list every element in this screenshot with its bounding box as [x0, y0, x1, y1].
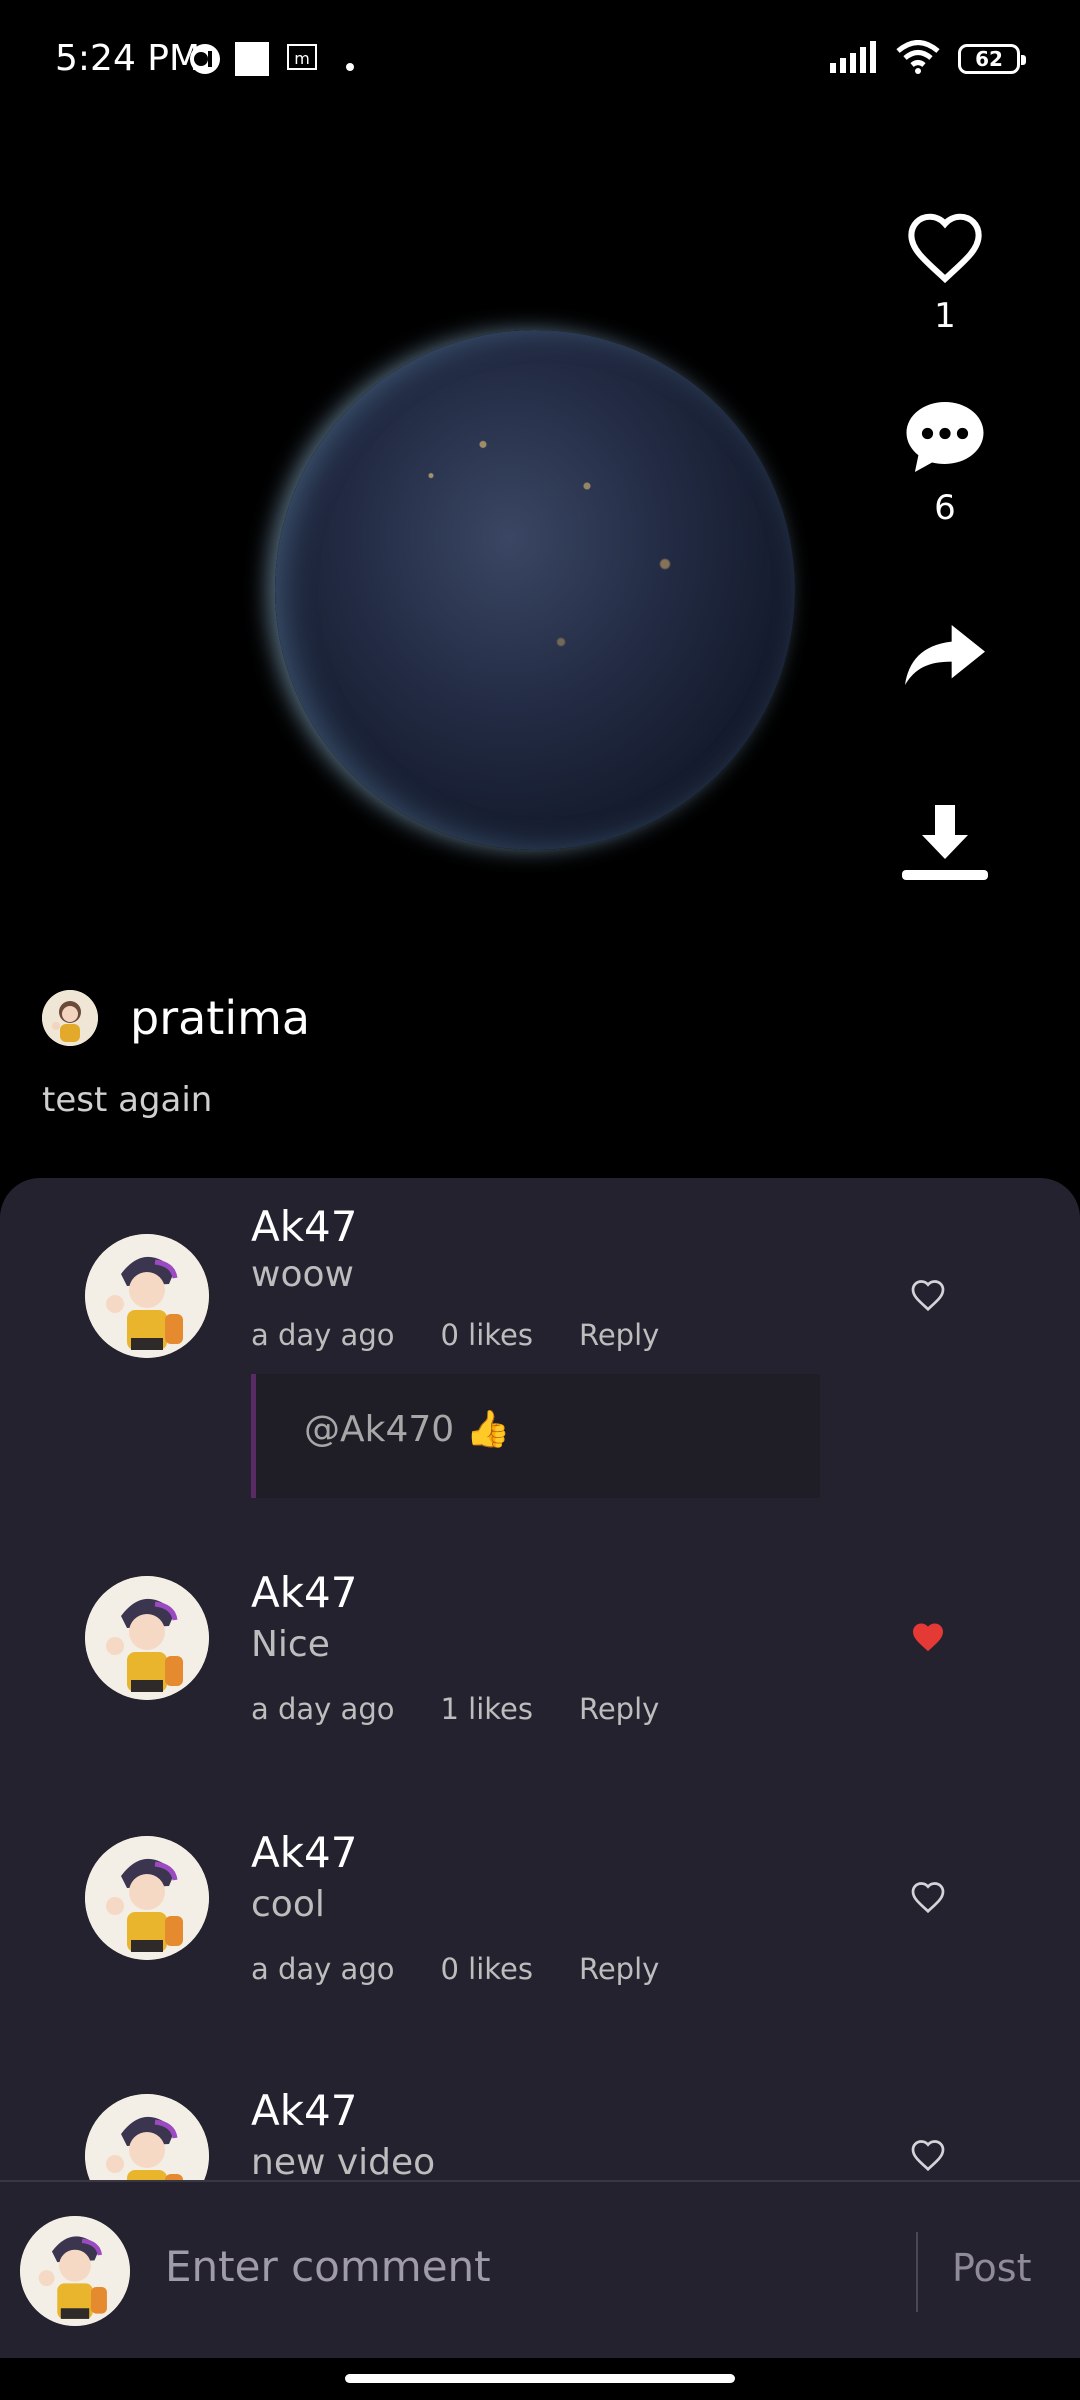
- comment-likes: 0 likes: [440, 1952, 533, 1986]
- wifi-icon: [896, 40, 940, 78]
- commenter-avatar[interactable]: [85, 1576, 209, 1700]
- comment-likes: 1 likes: [440, 1692, 533, 1726]
- commenter-name[interactable]: Ak47: [251, 1202, 358, 1251]
- post-author-row[interactable]: pratima: [42, 990, 310, 1046]
- comment-like-heart-icon[interactable]: [910, 1278, 946, 1316]
- comment-text: cool: [251, 1884, 325, 1925]
- video-frame-earth: [275, 330, 795, 850]
- reply-preview[interactable]: @Ak470 👍: [251, 1374, 820, 1498]
- comment-likes: 0 likes: [440, 1318, 533, 1352]
- share-arrow-icon[interactable]: [905, 625, 985, 689]
- svg-text:m: m: [294, 49, 310, 68]
- square-notification-icon: [235, 42, 269, 80]
- battery-indicator: 62: [958, 44, 1026, 74]
- download-icon[interactable]: [900, 805, 990, 889]
- download-action[interactable]: [890, 805, 1000, 889]
- comment-meta: a day ago 0 likes Reply: [251, 1952, 659, 1986]
- status-time: 5:24 PM: [55, 38, 201, 79]
- likes-count: 1: [934, 296, 956, 336]
- comment-action[interactable]: 6: [890, 398, 1000, 528]
- comment-input[interactable]: Enter comment: [165, 2242, 491, 2291]
- comment-time: a day ago: [251, 1952, 395, 1986]
- commenter-name[interactable]: Ak47: [251, 1828, 358, 1877]
- signal-icon: [830, 41, 878, 77]
- current-user-avatar: [20, 2216, 130, 2326]
- like-action[interactable]: 1: [890, 210, 1000, 336]
- comment-meta: a day ago 0 likes Reply: [251, 1318, 659, 1352]
- reply-button[interactable]: Reply: [579, 1318, 659, 1352]
- m-notification-icon: m: [287, 42, 317, 76]
- comment-like-heart-icon[interactable]: [910, 2138, 946, 2176]
- home-indicator[interactable]: [345, 2374, 735, 2383]
- reply-preview-text: @Ak470 👍: [304, 1409, 511, 1450]
- comment-time: a day ago: [251, 1692, 395, 1726]
- commenter-avatar[interactable]: [85, 1234, 209, 1358]
- post-caption: test again: [42, 1080, 213, 1120]
- comment-meta: a day ago 1 likes Reply: [251, 1692, 659, 1726]
- heart-outline-icon[interactable]: [903, 213, 987, 288]
- comment-like-heart-icon[interactable]: [910, 1880, 946, 1918]
- author-avatar[interactable]: [42, 990, 98, 1046]
- author-name[interactable]: pratima: [130, 991, 310, 1045]
- commenter-name[interactable]: Ak47: [251, 2086, 358, 2135]
- status-bar: 5:24 PM m 62: [0, 0, 1080, 120]
- commenter-avatar[interactable]: [85, 1836, 209, 1960]
- dot-icon: [346, 56, 354, 75]
- post-button[interactable]: Post: [952, 2246, 1032, 2290]
- share-action[interactable]: [890, 625, 1000, 689]
- comments-count: 6: [934, 488, 956, 528]
- app-notification-icon: [188, 42, 222, 80]
- comment-text: Nice: [251, 1624, 330, 1665]
- reply-button[interactable]: Reply: [579, 1952, 659, 1986]
- chat-bubble-icon[interactable]: [903, 402, 987, 480]
- comment-text: woow: [251, 1254, 354, 1295]
- comment-time: a day ago: [251, 1318, 395, 1352]
- input-divider: [916, 2232, 918, 2312]
- comment-text: new video: [251, 2142, 436, 2183]
- comment-input-bar: Enter comment Post: [0, 2180, 1080, 2360]
- commenter-name[interactable]: Ak47: [251, 1568, 358, 1617]
- reply-button[interactable]: Reply: [579, 1692, 659, 1726]
- comment-liked-heart-icon[interactable]: [910, 1620, 946, 1658]
